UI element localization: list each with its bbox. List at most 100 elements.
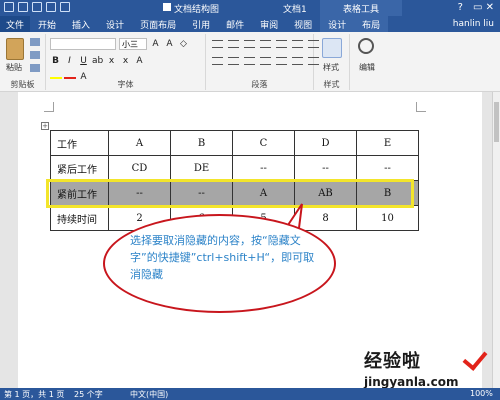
document-title: 文档1: [283, 5, 307, 15]
table-cell[interactable]: A: [108, 130, 171, 156]
align-right-icon[interactable]: [244, 57, 255, 65]
paste-icon[interactable]: [6, 38, 24, 60]
user-name[interactable]: hanlin liu: [453, 19, 494, 29]
styles-icon[interactable]: [322, 38, 342, 58]
chinese-layout-icon[interactable]: [292, 40, 303, 48]
find-icon[interactable]: [358, 38, 374, 54]
crop-mark-tl: [44, 102, 54, 112]
increase-indent-icon[interactable]: [276, 40, 287, 48]
styles-group-label: 样式: [323, 80, 340, 89]
superscript-icon[interactable]: x: [120, 56, 131, 67]
language[interactable]: 中文(中国): [130, 389, 168, 400]
text-effects-icon[interactable]: A: [134, 56, 145, 67]
clipboard-small-icons: [30, 38, 40, 72]
grow-font-icon[interactable]: A: [150, 39, 161, 50]
checkmark-icon: [462, 345, 488, 371]
tab-design[interactable]: 设计: [98, 16, 132, 32]
table-cell[interactable]: CD: [108, 155, 171, 181]
table-cell[interactable]: B: [170, 130, 233, 156]
shrink-font-icon[interactable]: A: [164, 39, 175, 50]
font-group-label: 字体: [117, 80, 134, 89]
clipboard-group: 粘贴 剪贴板: [0, 34, 46, 90]
font-size-select[interactable]: 小三: [119, 38, 147, 50]
highlight-box: [46, 179, 414, 208]
align-center-icon[interactable]: [228, 57, 239, 65]
paragraph-group-label: 段落: [251, 80, 268, 89]
align-left-icon[interactable]: [212, 57, 223, 65]
doc-map-checkbox[interactable]: [163, 3, 171, 11]
zoom-level[interactable]: 100%: [470, 389, 493, 398]
font-name-select[interactable]: [50, 38, 116, 50]
clipboard-group-label: 剪贴板: [10, 80, 35, 89]
underline-button[interactable]: U: [78, 56, 89, 67]
paragraph-icons: [212, 40, 320, 65]
row-label[interactable]: 工作: [50, 130, 109, 156]
table-cell[interactable]: C: [232, 130, 295, 156]
editing-group: 编辑: [350, 34, 386, 90]
table-cell[interactable]: --: [356, 155, 419, 181]
tab-file[interactable]: 文件: [0, 16, 31, 32]
quick-access-toolbar: [4, 2, 70, 12]
strikethrough-icon[interactable]: ab: [92, 56, 103, 67]
table-cell[interactable]: 10: [356, 205, 419, 231]
table-row: 工作 A B C D E: [50, 130, 419, 156]
row-label[interactable]: 紧后工作: [50, 155, 109, 181]
table-row: 紧后工作 CD DE -- -- --: [50, 155, 419, 181]
word-count[interactable]: 25 个字: [74, 389, 103, 400]
vertical-scrollbar[interactable]: [492, 92, 500, 388]
tab-view[interactable]: 视图: [286, 16, 320, 32]
decrease-indent-icon[interactable]: [260, 40, 271, 48]
new-doc-icon[interactable]: [60, 2, 70, 12]
context-tab-label: 表格工具: [320, 0, 402, 16]
document-page[interactable]: + 工作 A B C D E 紧后工作 CD DE -- -- -- 紧前工作 …: [18, 92, 488, 389]
save-icon[interactable]: [18, 2, 28, 12]
paragraph-group: 段落: [206, 34, 319, 90]
paste-button[interactable]: 粘贴: [6, 62, 22, 73]
format-painter-icon[interactable]: [30, 64, 40, 72]
multilevel-list-icon[interactable]: [244, 40, 255, 48]
italic-button[interactable]: I: [64, 56, 75, 67]
callout-text: 选择要取消隐藏的内容，按“隐藏文字”的快捷键”ctrl+shift+H“，即可取…: [130, 234, 315, 281]
tab-review[interactable]: 审阅: [252, 16, 286, 32]
table-move-handle[interactable]: +: [41, 122, 49, 130]
line-spacing-icon[interactable]: [292, 57, 303, 65]
title-bar: 文档结构图 文档1 表格工具 ? ▭ ✕: [0, 0, 500, 16]
watermark: 经验啦 jingyanla.com: [364, 345, 488, 389]
redo-icon[interactable]: [46, 2, 56, 12]
table-cell[interactable]: E: [356, 130, 419, 156]
tab-insert[interactable]: 插入: [64, 16, 98, 32]
table-cell[interactable]: D: [294, 130, 357, 156]
tab-references[interactable]: 引用: [184, 16, 218, 32]
bullets-icon[interactable]: [212, 40, 223, 48]
cut-icon[interactable]: [30, 38, 40, 46]
page-count[interactable]: 第 1 页，共 1 页: [4, 389, 64, 400]
document-area[interactable]: + 工作 A B C D E 紧后工作 CD DE -- -- -- 紧前工作 …: [0, 92, 500, 389]
table-cell[interactable]: --: [232, 155, 295, 181]
editing-button[interactable]: 编辑: [359, 62, 375, 73]
subscript-icon[interactable]: x: [106, 56, 117, 67]
bold-button[interactable]: B: [50, 56, 61, 67]
tab-table-design[interactable]: 设计: [320, 16, 355, 32]
undo-icon[interactable]: [32, 2, 42, 12]
tab-mailings[interactable]: 邮件: [218, 16, 252, 32]
distributed-icon[interactable]: [276, 57, 287, 65]
ribbon: 粘贴 剪贴板 小三 A A ◇ B I U ab x x A A 字体 段落 样…: [0, 32, 500, 92]
doc-map-label: 文档结构图: [174, 5, 220, 15]
font-row-1: 小三 A A ◇: [50, 38, 189, 50]
justify-icon[interactable]: [260, 57, 271, 65]
table-cell[interactable]: DE: [170, 155, 233, 181]
help-button[interactable]: ?: [458, 2, 463, 13]
tab-table-layout[interactable]: 布局: [354, 16, 389, 32]
scrollbar-thumb[interactable]: [494, 102, 499, 142]
tab-page-layout[interactable]: 页面布局: [132, 16, 184, 32]
tab-home[interactable]: 开始: [30, 16, 64, 32]
window-buttons[interactable]: ▭ ✕: [473, 2, 494, 13]
styles-button[interactable]: 样式: [323, 62, 339, 73]
numbering-icon[interactable]: [228, 40, 239, 48]
font-group: 小三 A A ◇ B I U ab x x A A 字体: [46, 34, 206, 90]
clear-format-icon[interactable]: ◇: [178, 39, 189, 50]
status-bar: 第 1 页，共 1 页 25 个字 中文(中国) 100%: [0, 388, 500, 400]
copy-icon[interactable]: [30, 51, 40, 59]
row-label[interactable]: 持续时间: [50, 205, 109, 231]
table-cell[interactable]: --: [294, 155, 357, 181]
